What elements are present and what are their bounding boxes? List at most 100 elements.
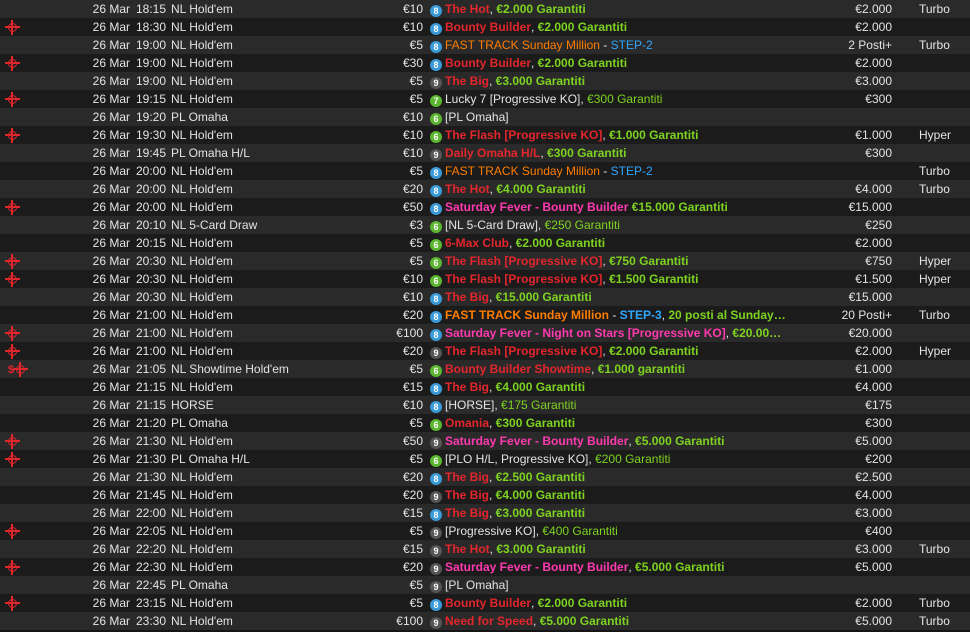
table-size-badge: 8 — [430, 383, 442, 395]
tournament-row[interactable]: 26 Mar 21:30 NL Hold'em €20 8 The Big, €2.500… — [0, 468, 970, 486]
buy-in: €10 — [402, 146, 423, 160]
tournament-row[interactable]: 26 Mar 20:10 NL 5-Card Draw €3 6 [NL 5-Card D… — [0, 216, 970, 234]
tournament-row[interactable]: 26 Mar 23:15 NL Hold'em €5 8 Bounty Builder, … — [0, 594, 970, 612]
tournament-row[interactable]: 26 Mar 20:00 NL Hold'em €50 8 Saturday Fever … — [0, 198, 970, 216]
tournament-row[interactable]: 26 Mar 21:00 NL Hold'em €100 8 Saturday Fever… — [0, 324, 970, 342]
tournament-name[interactable]: 8 The Hot, €4.000 Garantiti — [430, 180, 790, 198]
prize-pool: €2.000 — [855, 596, 892, 610]
tournament-row[interactable]: 26 Mar 22:45 PL Omaha €5 9 [PL Omaha] — [0, 576, 970, 594]
game-type: NL Hold'em — [171, 56, 233, 70]
tournament-row[interactable]: 26 Mar 20:30 NL Hold'em €5 6 The Flash [Progr… — [0, 252, 970, 270]
tournament-name[interactable]: 8 FAST TRACK Sunday Million - STEP-2 — [430, 36, 790, 54]
tournament-name[interactable]: 9 Saturday Fever - Bounty Builder, €5.000… — [430, 432, 790, 450]
tournament-row[interactable]: 26 Mar 19:00 NL Hold'em €30 8 Bounty Builder,… — [0, 54, 970, 72]
tournament-name[interactable]: 8 Bounty Builder, €2.000 Garantiti — [430, 18, 790, 36]
tournament-name[interactable]: 6 The Flash [Progressive KO], €1.500 Gara… — [430, 270, 790, 288]
speed-label — [919, 396, 969, 414]
start-time: 20:30 — [136, 254, 167, 268]
tournament-name[interactable]: 6 The Flash [Progressive KO], €750 Garant… — [430, 252, 790, 270]
tournament-row[interactable]: 26 Mar 19:00 NL Hold'em €5 8 FAST TRACK Sunda… — [0, 36, 970, 54]
tournament-row[interactable]: 26 Mar 19:30 NL Hold'em €10 6 The Flash [Prog… — [0, 126, 970, 144]
tournament-name[interactable]: 8 Bounty Builder, €2.000 Garantiti — [430, 54, 790, 72]
tournament-name[interactable]: 6 6-Max Club, €2.000 Garantiti — [430, 234, 790, 252]
tournament-row[interactable]: 26 Mar 20:00 NL Hold'em €20 8 The Hot, €4.000… — [0, 180, 970, 198]
table-size-badge: 8 — [430, 293, 442, 305]
tournament-row[interactable]: 26 Mar 19:45 PL Omaha H/L €10 9 Daily Omaha H… — [0, 144, 970, 162]
tournament-name-part: , — [533, 614, 540, 628]
start-date: 26 Mar — [92, 380, 130, 394]
tournament-row[interactable]: 26 Mar 19:15 NL Hold'em €5 7 Lucky 7 [Progres… — [0, 90, 970, 108]
tournament-name[interactable]: 8 The Big, €4.000 Garantiti — [430, 378, 790, 396]
tournament-name-part: The Hot — [445, 182, 490, 196]
tournament-name[interactable]: 8 [HORSE], €175 Garantiti — [430, 396, 790, 414]
tournament-row[interactable]: 26 Mar 21:15 NL Hold'em €15 8 The Big, €4.000… — [0, 378, 970, 396]
tournament-name[interactable]: 8 The Big, €2.500 Garantiti — [430, 468, 790, 486]
tournament-row[interactable]: 26 Mar 20:00 NL Hold'em €5 8 FAST TRACK Sunda… — [0, 162, 970, 180]
game-type: PL Omaha — [171, 578, 228, 592]
tournament-name[interactable]: 8 The Hot, €2.000 Garantiti — [430, 0, 790, 18]
tournament-name[interactable]: 9 [Progressive KO], €400 Garantiti — [430, 522, 790, 540]
tournament-name[interactable]: 8 Saturday Fever - Night on Stars [Progre… — [430, 324, 790, 342]
tournament-name[interactable]: 9 The Big, €4.000 Garantiti — [430, 486, 790, 504]
prize-pool: €1.500 — [855, 272, 892, 286]
start-time: 21:05 — [136, 362, 167, 376]
tournament-name[interactable]: 8 FAST TRACK Sunday Million - STEP-2 — [430, 162, 790, 180]
tournament-name[interactable]: 6 The Flash [Progressive KO], €1.000 Gara… — [430, 126, 790, 144]
tournament-name[interactable]: 9 Saturday Fever - Bounty Builder, €5.000… — [430, 558, 790, 576]
tournament-row[interactable]: 26 Mar 23:30 NL Hold'em €100 9 Need for Speed… — [0, 612, 970, 630]
tournament-row[interactable]: 26 Mar 20:15 NL Hold'em €5 6 6-Max Club, €2.0… — [0, 234, 970, 252]
tournament-name[interactable]: 6 Bounty Builder Showtime, €1.000 garanti… — [430, 360, 790, 378]
tournament-row[interactable]: 26 Mar 21:00 NL Hold'em €20 9 The Flash [Prog… — [0, 342, 970, 360]
tournament-name[interactable]: 6 [NL 5-Card Draw], €250 Garantiti — [430, 216, 790, 234]
tournament-name[interactable]: 6 [PLO H/L, Progressive KO], €200 Garanti… — [430, 450, 790, 468]
tournament-row[interactable]: 26 Mar 20:30 NL Hold'em €10 6 The Flash [Prog… — [0, 270, 970, 288]
row-icons — [5, 270, 48, 288]
tournament-row[interactable]: 26 Mar 21:00 NL Hold'em €20 8 FAST TRACK Sund… — [0, 306, 970, 324]
tournament-name[interactable]: 9 [PL Omaha] — [430, 576, 790, 594]
tournament-row[interactable]: 26 Mar 18:15 NL Hold'em €10 8 The Hot, €2.000… — [0, 0, 970, 18]
tournament-row[interactable]: 26 Mar 21:30 NL Hold'em €50 9 Saturday Fever … — [0, 432, 970, 450]
crosshair-target-icon — [5, 128, 20, 143]
row-icons — [8, 612, 48, 630]
tournament-row[interactable]: 26 Mar 22:20 NL Hold'em €15 9 The Hot, €3.000… — [0, 540, 970, 558]
tournament-name[interactable]: 8 The Big, €3.000 Garantiti — [430, 504, 790, 522]
buy-in: €20 — [402, 488, 423, 502]
table-size-badge: 8 — [430, 599, 442, 611]
row-icons — [5, 432, 48, 450]
tournament-name[interactable]: 9 The Hot, €3.000 Garantiti — [430, 540, 790, 558]
tournament-name[interactable]: 9 The Big, €3.000 Garantiti — [430, 72, 790, 90]
start-date: 26 Mar — [92, 434, 130, 448]
tournament-name[interactable]: 6 Omania, €300 Garantiti — [430, 414, 790, 432]
tournament-row[interactable]: 26 Mar 21:15 HORSE €10 8 [HORSE], €175 Garant… — [0, 396, 970, 414]
tournament-name[interactable]: 9 Need for Speed, €5.000 Garantiti — [430, 612, 790, 630]
table-size-badge: 9 — [430, 617, 442, 629]
prize-pool: €2.000 — [855, 344, 892, 358]
tournament-name-part: €1.000 garantiti — [597, 362, 686, 376]
tournament-name-part: Saturday Fever - Bounty Builder — [445, 434, 629, 448]
game-type: NL Hold'em — [171, 434, 233, 448]
tournament-row[interactable]: 26 Mar 21:45 NL Hold'em €20 9 The Big, €4.000… — [0, 486, 970, 504]
tournament-row[interactable]: 26 Mar 21:30 PL Omaha H/L €5 6 [PLO H/L, Prog… — [0, 450, 970, 468]
tournament-row[interactable]: 26 Mar 22:30 NL Hold'em €20 9 Saturday Fever … — [0, 558, 970, 576]
tournament-row[interactable]: 26 Mar 18:30 NL Hold'em €10 8 Bounty Builder,… — [0, 18, 970, 36]
speed-label: Turbo — [919, 182, 950, 196]
tournament-name[interactable]: 8 Bounty Builder, €2.000 Garantiti — [430, 594, 790, 612]
tournament-name[interactable]: 7 Lucky 7 [Progressive KO], €300 Garantit… — [430, 90, 790, 108]
tournament-row[interactable]: 26 Mar 22:05 NL Hold'em €5 9 [Progressive KO]… — [0, 522, 970, 540]
tournament-name-part: , — [531, 56, 538, 70]
prize-pool: €4.000 — [855, 380, 892, 394]
tournament-row[interactable]: 26 Mar 19:00 NL Hold'em €5 9 The Big, €3.000 … — [0, 72, 970, 90]
tournament-name[interactable]: 6 [PL Omaha] — [430, 108, 790, 126]
tournament-row[interactable]: 26 Mar 19:20 PL Omaha €10 6 [PL Omaha] — [0, 108, 970, 126]
game-type: NL Hold'em — [171, 272, 233, 286]
tournament-row[interactable]: 26 Mar 20:30 NL Hold'em €10 8 The Big, €15.00… — [0, 288, 970, 306]
tournament-row[interactable]: 26 Mar 21:20 PL Omaha €5 6 Omania, €300 Garan… — [0, 414, 970, 432]
tournament-name[interactable]: 8 The Big, €15.000 Garantiti — [430, 288, 790, 306]
tournament-name[interactable]: 9 The Flash [Progressive KO], €2.000 Gara… — [430, 342, 790, 360]
tournament-row[interactable]: $26 Mar 21:05 NL Showtime Hold'em €5 6 Bounty… — [0, 360, 970, 378]
start-date: 26 Mar — [92, 128, 130, 142]
tournament-row[interactable]: 26 Mar 22:00 NL Hold'em €15 8 The Big, €3.000… — [0, 504, 970, 522]
tournament-name[interactable]: 8 Saturday Fever - Bounty Builder €15.000… — [430, 198, 790, 216]
tournament-name[interactable]: 9 Daily Omaha H/L, €300 Garantiti — [430, 144, 790, 162]
tournament-name[interactable]: 8 FAST TRACK Sunday Million - STEP-3, 20 … — [430, 306, 790, 324]
